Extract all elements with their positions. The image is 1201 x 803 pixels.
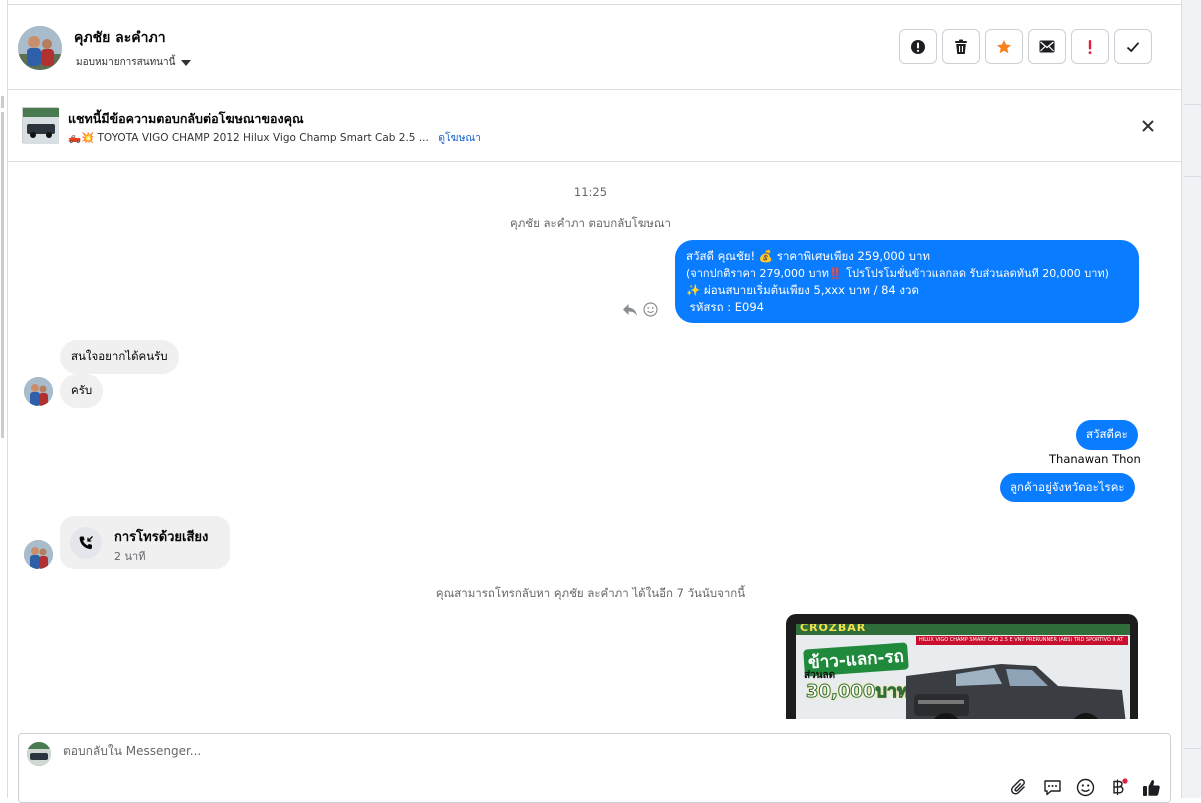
message-hover-actions — [622, 302, 658, 317]
message-line: รหัสรถ : E094 — [686, 300, 764, 314]
check-icon — [1126, 41, 1140, 52]
message-text: สนใจอยากได้คนรับ — [71, 349, 168, 363]
baht-icon — [1113, 778, 1128, 795]
contact-avatar[interactable] — [18, 26, 62, 70]
close-banner-button[interactable] — [1138, 116, 1158, 136]
emoji-button[interactable] — [1076, 778, 1095, 797]
reply-icon[interactable] — [622, 303, 638, 317]
mark-spam-button[interactable] — [899, 29, 937, 64]
outgoing-message-bubble[interactable]: สวัสดีคะ — [1076, 420, 1138, 450]
page-avatar — [27, 742, 51, 766]
right-panel-edge — [1181, 0, 1201, 798]
composer-tools — [1010, 778, 1161, 797]
ad-reply-banner: แชทนี้มีข้อความตอบกลับต่อโฆษณาของคุณ 🛻💥 … — [8, 90, 1181, 162]
payment-button[interactable] — [1109, 778, 1128, 797]
incoming-call-icon — [70, 527, 102, 559]
outgoing-message-bubble[interactable]: ลูกค้าอยู่จังหวัดอะไรคะ — [1000, 473, 1135, 502]
agent-name: Thanawan Thon — [1049, 452, 1141, 466]
ad-thumbnail[interactable] — [22, 107, 59, 144]
message-text: ครับ — [71, 383, 93, 397]
react-emoji-icon[interactable] — [643, 302, 658, 317]
contact-avatar-small[interactable] — [24, 540, 53, 569]
contact-name[interactable]: คุภชัย ละคำภา — [74, 27, 166, 49]
priority-button[interactable] — [1071, 29, 1109, 64]
call-title: การโทรด้วยเสียง — [114, 530, 209, 545]
paperclip-icon — [1010, 778, 1025, 795]
send-like-button[interactable] — [1142, 778, 1161, 797]
ad-reply-notice: คุภชัย ละคำภา ตอบกลับโฆษณา — [510, 216, 671, 230]
callback-notice: คุณสามารถโทรกลับหา คุภชัย ละคำภา ได้ในอี… — [435, 586, 746, 600]
ad-banner-title: แชทนี้มีข้อความตอบกลับต่อโฆษณาของคุณ — [68, 111, 304, 126]
reply-input[interactable] — [63, 744, 963, 758]
star-icon — [997, 39, 1011, 53]
incoming-message-bubble[interactable]: สนใจอยากได้คนรับ — [60, 340, 179, 374]
envelope-icon — [1039, 40, 1055, 53]
thumbs-up-icon — [1143, 780, 1160, 796]
chat-scrollbar[interactable] — [1167, 163, 1168, 719]
assign-label: มอบหมายการสนทนานี้ — [76, 57, 176, 68]
call-duration: 2 นาที — [114, 550, 146, 563]
mark-unread-button[interactable] — [1028, 29, 1066, 64]
ad-banner-subtitle: 🛻💥 TOYOTA VIGO CHAMP 2012 Hilux Vigo Cha… — [68, 129, 481, 146]
message-line: (จากปกติราคา 279,000 บาท‼️ โปรโปรโมชั่นข… — [686, 267, 1109, 280]
message-timestamp: 11:25 — [573, 185, 608, 199]
mark-done-button[interactable] — [1114, 29, 1152, 64]
message-line: สวัสดี คุณชัย! 💰 ราคาพิเศษเพียง 259,000 … — [686, 249, 931, 263]
inbox-frame: คุภชัย ละคำภา มอบหมายการสนทนานี้ แชทนี้ม… — [0, 0, 1201, 803]
exclamation-icon — [1088, 39, 1092, 54]
pickup-truck-image — [906, 664, 1126, 719]
view-ad-link[interactable]: ดูโฆษณา — [438, 132, 481, 144]
header-actions — [899, 29, 1152, 64]
attach-button[interactable] — [1010, 778, 1029, 797]
message-composer — [18, 733, 1171, 803]
ad-name: 🛻💥 TOYOTA VIGO CHAMP 2012 Hilux Vigo Cha… — [68, 132, 429, 144]
message-thread: 11:25 คุภชัย ละคำภา ตอบกลับโฆษณา สวัสดี … — [8, 163, 1168, 719]
smiley-icon — [1076, 778, 1095, 797]
message-line: ✨ ผ่อนสบายเริ่มต้นเพียง 5,xxx บาท / 84 ง… — [686, 283, 919, 297]
incoming-message-bubble[interactable]: ครับ — [60, 374, 104, 408]
trash-icon — [955, 39, 967, 54]
ad-image-message[interactable]: CROZBAR HILUX VIGO CHAMP SMART CAB 2.5 E… — [786, 614, 1138, 719]
left-panel-edge — [0, 0, 8, 798]
alert-circle-icon — [911, 39, 925, 54]
outgoing-ad-message-bubble[interactable]: สวัสดี คุณชัย! 💰 ราคาพิเศษเพียง 259,000 … — [675, 240, 1139, 323]
assign-conversation-dropdown[interactable]: มอบหมายการสนทนานี้ — [76, 55, 192, 70]
message-text: ลูกค้าอยู่จังหวัดอะไรคะ — [1010, 480, 1125, 494]
saved-replies-button[interactable] — [1043, 778, 1062, 797]
message-text: สวัสดีคะ — [1086, 427, 1128, 441]
conversation-header: คุภชัย ละคำภา มอบหมายการสนทนานี้ — [8, 5, 1181, 90]
chat-bubble-icon — [1044, 780, 1061, 796]
conversation-panel: คุภชัย ละคำภา มอบหมายการสนทนานี้ แชทนี้ม… — [8, 4, 1181, 803]
voice-call-card[interactable]: การโทรด้วยเสียง 2 นาที — [60, 516, 230, 569]
close-icon — [1142, 120, 1154, 132]
star-button[interactable] — [985, 29, 1023, 64]
contact-avatar-small[interactable] — [24, 377, 53, 406]
caret-down-icon — [181, 59, 192, 66]
delete-button[interactable] — [942, 29, 980, 64]
